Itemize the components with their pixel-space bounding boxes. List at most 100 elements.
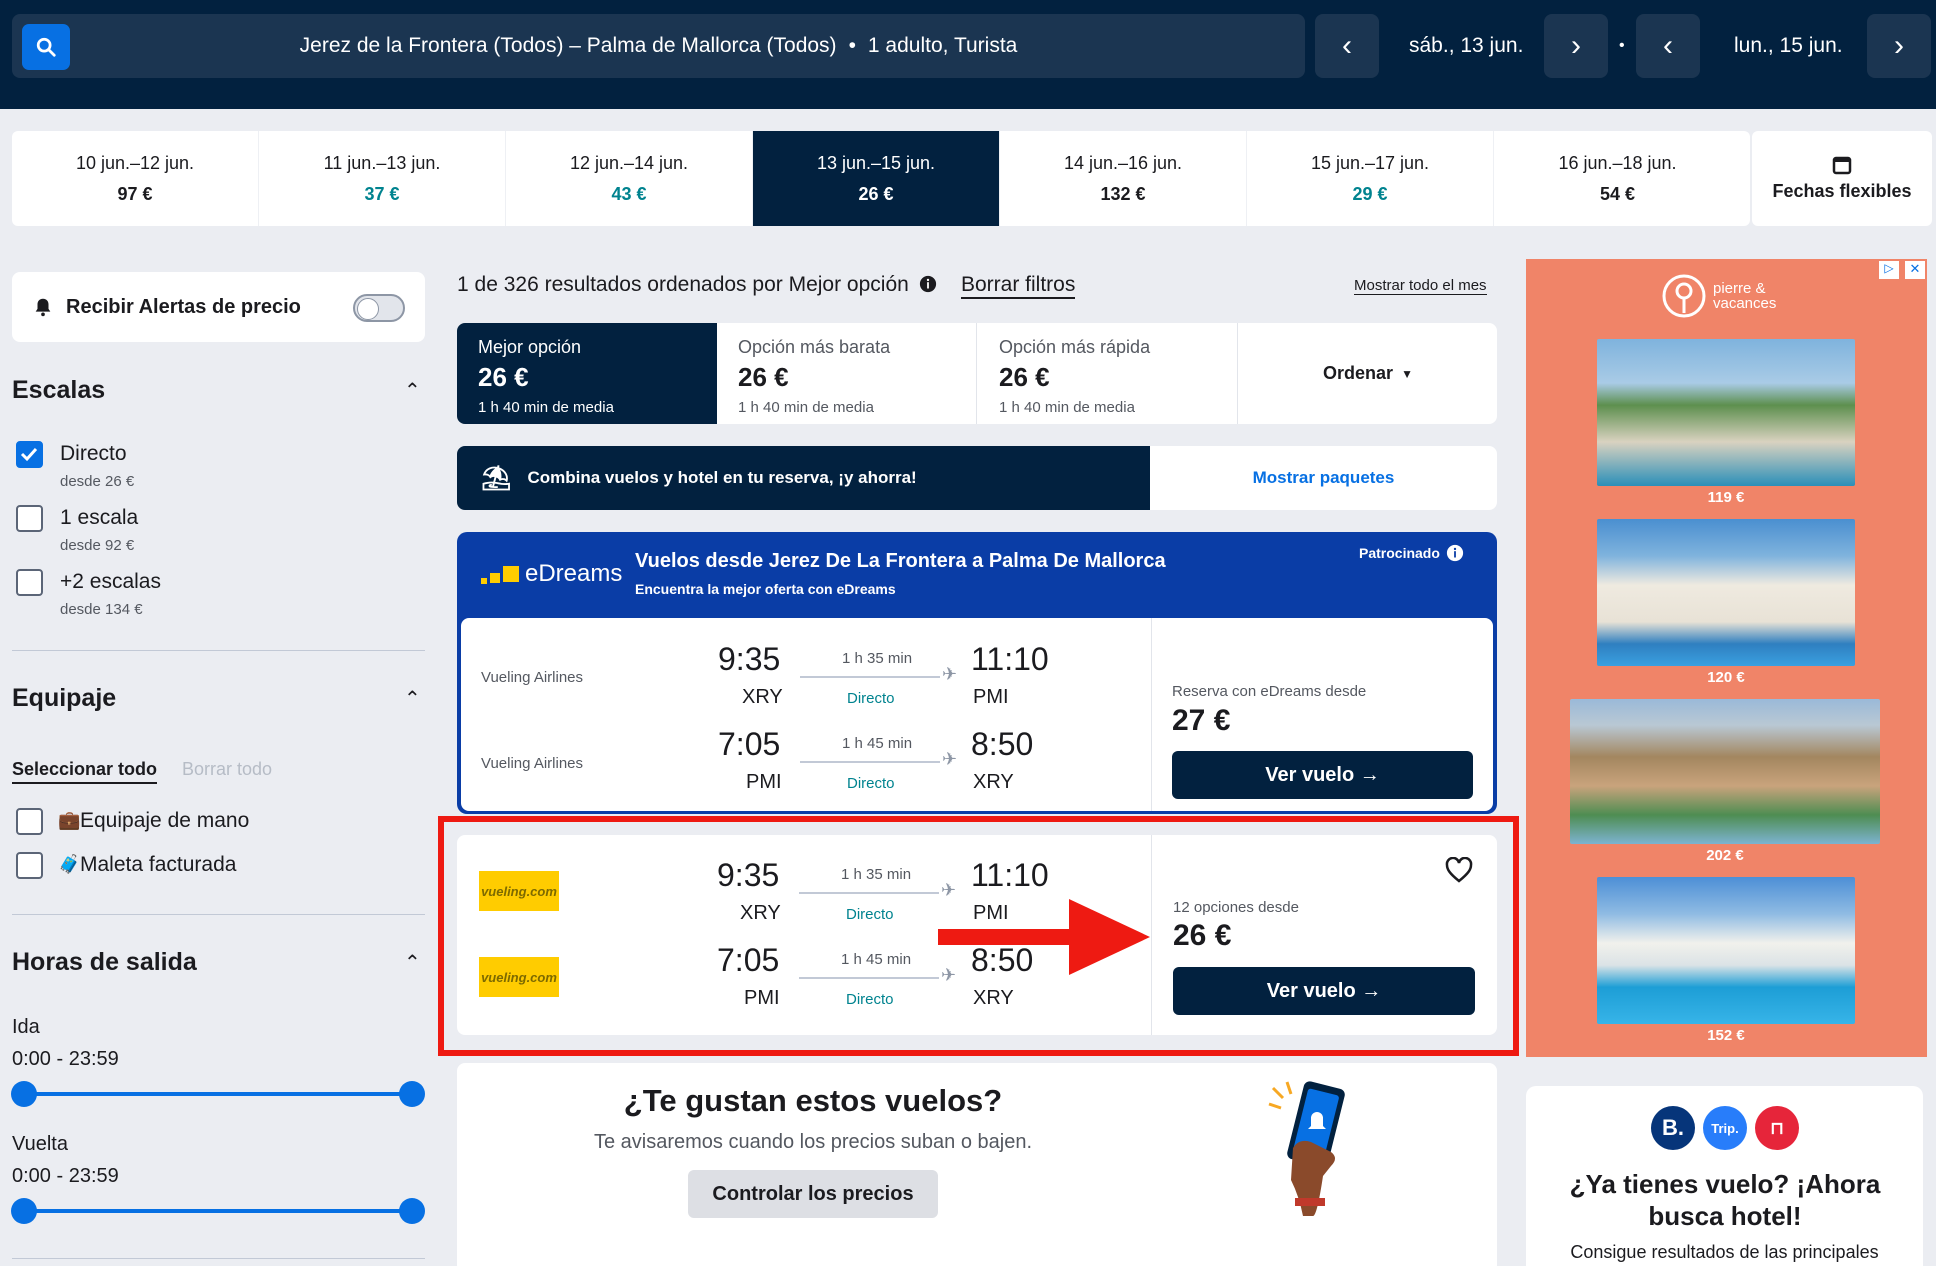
divider xyxy=(12,650,425,651)
departure-airport: XRY xyxy=(742,686,783,708)
clear-filters-link[interactable]: Borrar filtros xyxy=(961,273,1076,299)
sort-dropdown[interactable]: Ordenar ▼ xyxy=(1239,323,1497,424)
show-month-link[interactable]: Mostrar todo el mes xyxy=(1354,277,1487,295)
adchoices-icon[interactable]: ▷ xyxy=(1879,261,1899,279)
outbound-range: 0:00 - 23:59 xyxy=(12,1048,119,1070)
stops-heading: Escalas xyxy=(12,376,106,404)
clear-all-link[interactable]: Borrar todo xyxy=(182,759,272,780)
return-range: 0:00 - 23:59 xyxy=(12,1165,119,1187)
stops-one-checkbox[interactable] xyxy=(16,505,43,532)
departure-time: 9:35 xyxy=(718,641,781,677)
price-alert-label: Recibir Alertas de precio xyxy=(66,295,301,318)
sponsored-view-flight-button[interactable]: Ver vuelo → xyxy=(1172,751,1473,799)
check-icon xyxy=(20,447,38,462)
stops-option-price: desde 92 € xyxy=(60,537,135,554)
checked-bag-checkbox[interactable] xyxy=(16,852,43,879)
date-price: 54 € xyxy=(1599,183,1636,204)
date-range: 13 jun.–15 jun. xyxy=(816,152,936,173)
date-price-strip: 10 jun.–12 jun. 97 € 11 jun.–13 jun. 37 € … xyxy=(12,131,1750,226)
ad-brand-logo: pierre & vacances xyxy=(1661,273,1803,319)
sort-tab-best[interactable]: Mejor opción 26 € 1 h 40 min de media xyxy=(457,323,717,424)
carry-on-checkbox[interactable] xyxy=(16,808,43,835)
date-option[interactable]: 11 jun.–13 jun. 37 € xyxy=(259,131,506,226)
sort-tab-price: 26 € xyxy=(738,362,789,392)
airline-name: Vueling Airlines xyxy=(481,669,584,686)
date-option[interactable]: 16 jun.–18 jun. 54 € xyxy=(1494,131,1741,226)
hotel-promo-text: Consigue resultados de las principales xyxy=(1570,1242,1879,1262)
arrival-airport: PMI xyxy=(973,686,1009,708)
stops-two-checkbox[interactable] xyxy=(16,569,43,596)
stops-direct-checkbox[interactable] xyxy=(16,441,43,468)
chevron-up-icon[interactable]: ⌃ xyxy=(404,950,421,975)
ad-price: 152 € xyxy=(1597,1024,1855,1048)
depart-date[interactable]: sáb., 13 jun. xyxy=(1409,14,1523,78)
date-price: 132 € xyxy=(1100,183,1146,204)
sort-tab-label: Opción más barata xyxy=(738,337,891,357)
depart-prev-button[interactable]: ‹ xyxy=(1315,14,1379,78)
ad-brand-text: pierre & vacances xyxy=(1713,280,1777,312)
hotel-photo[interactable] xyxy=(1570,699,1880,844)
search-summary[interactable]: Jerez de la Frontera (Todos) – Palma de … xyxy=(12,14,1305,78)
sponsored-price-label: Reserva con eDreams desde xyxy=(1172,683,1367,700)
select-all-link[interactable]: Seleccionar todo xyxy=(12,759,158,784)
chevron-up-icon[interactable]: ⌃ xyxy=(404,378,421,403)
track-prices-button[interactable]: Controlar los precios xyxy=(688,1170,938,1218)
ad-price: 120 € xyxy=(1597,666,1855,690)
return-date[interactable]: lun., 15 jun. xyxy=(1734,14,1843,78)
chevron-right-icon: › xyxy=(1571,29,1581,62)
phone-notification-icon xyxy=(1268,1081,1345,1216)
results-summary: 1 de 326 resultados ordenados por Mejor … xyxy=(457,273,937,297)
sort-tab-cheapest[interactable]: Opción más barata 26 € 1 h 40 min de med… xyxy=(717,323,977,424)
sort-tab-duration: 1 h 40 min de media xyxy=(738,399,874,416)
info-icon[interactable] xyxy=(1446,544,1464,562)
return-next-button[interactable]: › xyxy=(1867,14,1931,78)
return-label: Vuelta xyxy=(12,1133,68,1155)
price-tracking-title: ¿Te gustan estos vuelos? xyxy=(623,1083,1003,1118)
hotel-photo[interactable] xyxy=(1597,877,1855,1024)
slider-handle-min[interactable] xyxy=(11,1198,37,1224)
plane-icon: ✈ xyxy=(942,749,958,769)
date-option[interactable]: 12 jun.–14 jun. 43 € xyxy=(506,131,753,226)
depart-next-button[interactable]: › xyxy=(1544,14,1608,78)
sponsored-tag: Patrocinado xyxy=(1359,544,1464,562)
ad-price: 119 € xyxy=(1597,486,1855,510)
date-range: 12 jun.–14 jun. xyxy=(569,152,689,173)
return-prev-button[interactable]: ‹ xyxy=(1636,14,1700,78)
slider-handle-min[interactable] xyxy=(11,1081,37,1107)
arrival-airport: XRY xyxy=(973,771,1014,793)
chevron-up-icon[interactable]: ⌃ xyxy=(404,686,421,711)
info-icon[interactable] xyxy=(919,275,937,293)
price-tracking-text: Te avisaremos cuando los precios suban o… xyxy=(593,1131,1033,1153)
carry-on-bag-icon: 💼 xyxy=(58,810,81,830)
stops-option-price: desde 26 € xyxy=(60,473,135,490)
date-option[interactable]: 10 jun.–12 jun. 97 € xyxy=(12,131,259,226)
booking-logo-icon: B. xyxy=(1651,1106,1695,1150)
price-alert-toggle[interactable] xyxy=(353,294,405,322)
divider xyxy=(1151,618,1152,811)
sponsored-tag-label: Patrocinado xyxy=(1359,545,1440,561)
stops-label: Directo xyxy=(847,775,895,792)
top-bar: Jerez de la Frontera (Todos) – Palma de … xyxy=(0,0,1936,109)
date-option-selected[interactable]: 13 jun.–15 jun. 26 € xyxy=(753,131,1000,226)
return-slider-track[interactable] xyxy=(24,1209,412,1213)
sponsored-subtitle: Encuentra la mejor oferta con eDreams xyxy=(635,581,896,597)
date-option[interactable]: 14 jun.–16 jun. 132 € xyxy=(1000,131,1247,226)
sort-dropdown-label: Ordenar xyxy=(1323,363,1394,383)
package-banner-text: Combina vuelos y hotel en tu reserva, ¡y… xyxy=(527,468,917,487)
date-price: 26 € xyxy=(858,183,894,204)
search-button[interactable] xyxy=(22,24,70,70)
departure-airport: PMI xyxy=(746,771,782,793)
outbound-slider-track[interactable] xyxy=(24,1092,412,1096)
sort-tab-fastest[interactable]: Opción más rápida 26 € 1 h 40 min de med… xyxy=(978,323,1238,424)
date-range: 14 jun.–16 jun. xyxy=(1063,152,1183,173)
red-arrow-icon xyxy=(938,899,1150,975)
hotel-photo[interactable] xyxy=(1597,519,1855,666)
slider-handle-max[interactable] xyxy=(399,1081,425,1107)
flexible-dates-button[interactable]: Fechas flexibles xyxy=(1752,131,1932,226)
close-icon[interactable]: ✕ xyxy=(1905,261,1925,279)
slider-handle-max[interactable] xyxy=(399,1198,425,1224)
hotel-photo[interactable] xyxy=(1597,339,1855,486)
show-packages-link[interactable]: Mostrar paquetes xyxy=(1150,446,1497,510)
date-option[interactable]: 15 jun.–17 jun. 29 € xyxy=(1247,131,1494,226)
stops-label: Directo xyxy=(847,690,895,707)
